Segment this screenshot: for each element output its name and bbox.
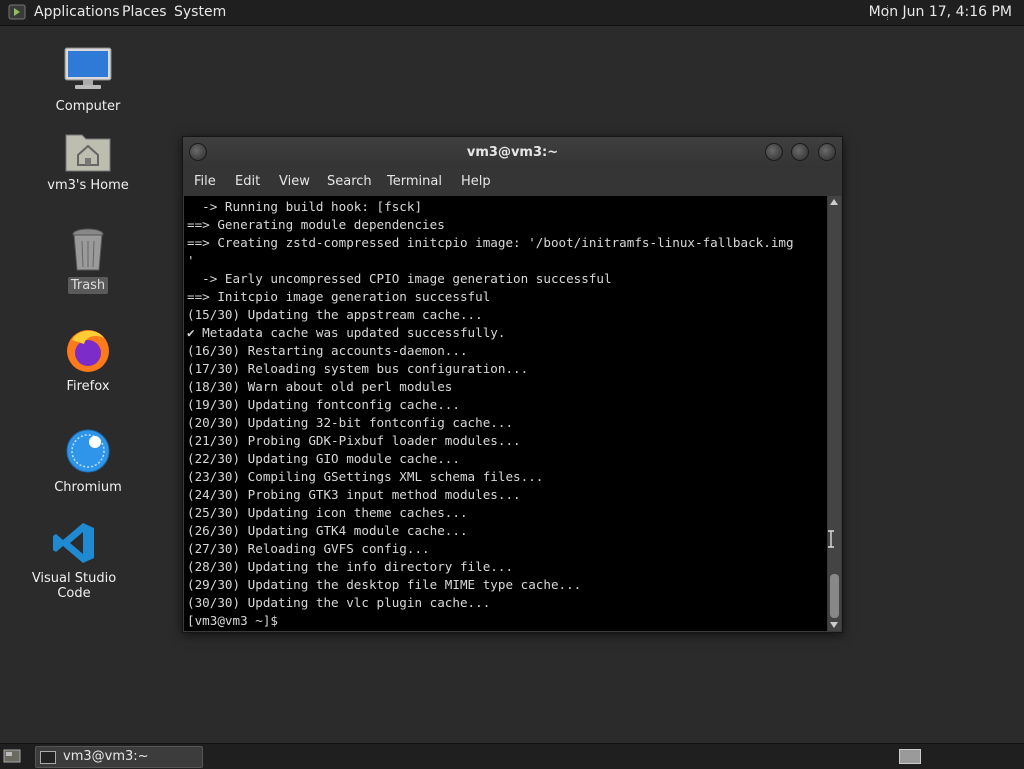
- text-cursor-icon: [828, 530, 834, 548]
- desktop-icon-computer[interactable]: Computer: [33, 46, 143, 115]
- terminal-line: -> Early uncompressed CPIO image generat…: [187, 271, 612, 286]
- desktop-icon-label: Trash: [67, 277, 109, 294]
- terminal-line: (29/30) Updating the desktop file MIME t…: [187, 577, 582, 592]
- terminal-lines: -> Running build hook: [fsck] ==> Genera…: [187, 198, 827, 630]
- desktop-icon-label: Chromium: [54, 480, 122, 495]
- menu-edit[interactable]: Edit: [235, 174, 260, 189]
- show-desktop-icon[interactable]: [3, 749, 21, 763]
- maximize-button[interactable]: [791, 143, 809, 161]
- terminal-icon: [40, 751, 56, 764]
- places-menu[interactable]: Places: [122, 4, 167, 20]
- top-panel: Applications Places System Mon Jun 17, 4…: [0, 0, 1024, 26]
- desktop-icon-trash[interactable]: Trash: [33, 227, 143, 294]
- home-folder-icon: [65, 134, 111, 172]
- terminal-line: (22/30) Updating GIO module cache...: [187, 451, 460, 466]
- scroll-up-arrow-icon[interactable]: [830, 199, 838, 205]
- desktop-icon-label: Visual Studio Code: [31, 571, 117, 601]
- menu-file[interactable]: File: [194, 174, 216, 189]
- terminal-output[interactable]: -> Running build hook: [fsck] ==> Genera…: [184, 196, 827, 631]
- menu-terminal[interactable]: Terminal: [387, 174, 442, 189]
- terminal-line: -> Running build hook: [fsck]: [187, 199, 423, 214]
- terminal-line: ✔ Metadata cache was updated successfull…: [187, 325, 506, 340]
- terminal-line: (23/30) Compiling GSettings XML schema f…: [187, 469, 544, 484]
- terminal-line: (20/30) Updating 32-bit fontconfig cache…: [187, 415, 514, 430]
- terminal-window[interactable]: vm3@vm3:~ File Edit View Search Terminal…: [182, 136, 843, 633]
- window-title: vm3@vm3:~: [466, 145, 559, 160]
- terminal-line: (30/30) Updating the vlc plugin cache...: [187, 595, 491, 610]
- terminal-line: (27/30) Reloading GVFS config...: [187, 541, 430, 556]
- desktop-icon-home[interactable]: vm3's Home: [33, 129, 143, 194]
- applications-menu[interactable]: Applications: [34, 4, 120, 20]
- desktop-icon-chromium[interactable]: Chromium: [33, 427, 143, 496]
- desktop-icon-label: vm3's Home: [47, 178, 129, 193]
- terminal-line: (25/30) Updating icon theme caches...: [187, 505, 468, 520]
- terminal-line: (24/30) Probing GTK3 input method module…: [187, 487, 521, 502]
- close-button[interactable]: [818, 143, 836, 161]
- menu-view[interactable]: View: [279, 174, 310, 189]
- clock[interactable]: Mon Jun 17, 4:16 PM: [869, 4, 1012, 20]
- minimize-button[interactable]: [765, 143, 783, 161]
- vscode-icon: [53, 523, 94, 563]
- terminal-line: ==> Initcpio image generation successful: [187, 289, 491, 304]
- desktop-icon-label: Firefox: [66, 379, 110, 394]
- terminal-line: (26/30) Updating GTK4 module cache...: [187, 523, 468, 538]
- terminal-line: (15/30) Updating the appstream cache...: [187, 307, 483, 322]
- terminal-line: ==> Generating module dependencies: [187, 217, 445, 232]
- terminal-line: (21/30) Probing GDK-Pixbuf loader module…: [187, 433, 521, 448]
- trash-icon: [72, 228, 104, 271]
- chromium-icon: [66, 429, 110, 473]
- computer-icon: [64, 47, 112, 89]
- desktop-icon-label: Computer: [55, 99, 121, 114]
- terminal-prompt[interactable]: [vm3@vm3 ~]$: [187, 612, 827, 630]
- terminal-line: ==> Creating zstd-compressed initcpio im…: [187, 235, 794, 250]
- terminal-line: ': [187, 253, 195, 268]
- bottom-panel: vm3@vm3:~: [0, 743, 1024, 769]
- terminal-line: (28/30) Updating the info directory file…: [187, 559, 514, 574]
- terminal-line: (17/30) Reloading system bus configurati…: [187, 361, 529, 376]
- window-titlebar[interactable]: vm3@vm3:~: [183, 137, 842, 168]
- terminal-scrollbar[interactable]: [828, 196, 841, 631]
- system-menu[interactable]: System: [174, 4, 226, 20]
- terminal-menubar: File Edit View Search Terminal Help: [183, 168, 842, 196]
- firefox-icon: [67, 330, 109, 372]
- desktop-icon-vscode[interactable]: Visual Studio Code: [19, 520, 129, 602]
- terminal-line: (18/30) Warn about old perl modules: [187, 379, 453, 394]
- menu-search[interactable]: Search: [327, 174, 372, 189]
- taskbar-item-terminal[interactable]: vm3@vm3:~: [35, 746, 203, 768]
- desktop-icon-firefox[interactable]: Firefox: [33, 326, 143, 395]
- terminal-line: (19/30) Updating fontconfig cache...: [187, 397, 460, 412]
- scrollbar-thumb[interactable]: [830, 574, 839, 618]
- scroll-down-arrow-icon[interactable]: [830, 622, 838, 628]
- taskbar-item-label: vm3@vm3:~: [63, 749, 149, 764]
- menu-help[interactable]: Help: [461, 174, 491, 189]
- terminal-line: (16/30) Restarting accounts-daemon...: [187, 343, 468, 358]
- applications-logo-icon[interactable]: [8, 4, 26, 20]
- workspace-switcher[interactable]: [899, 749, 921, 764]
